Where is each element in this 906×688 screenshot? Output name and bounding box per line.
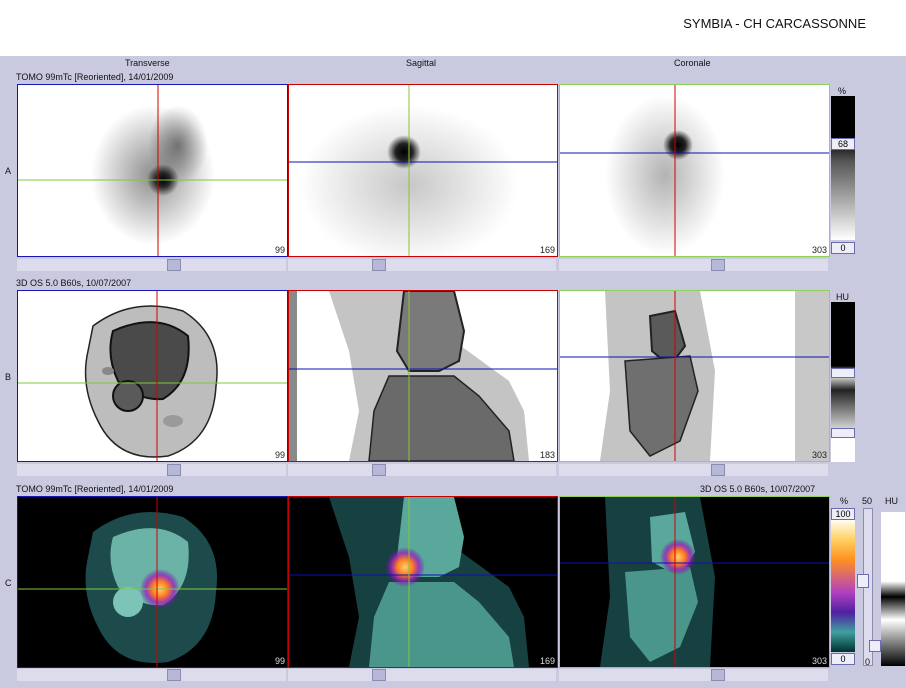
viewport-a-coronal[interactable]: 303 <box>559 84 830 257</box>
ct-sagittal-image <box>289 291 557 461</box>
viewport-c-coronal[interactable]: 303 <box>559 496 830 668</box>
blend-slider-thumb[interactable] <box>857 574 869 588</box>
slice-number: 303 <box>811 656 827 666</box>
slider-thumb[interactable] <box>372 464 386 476</box>
slice-number: 169 <box>539 656 555 666</box>
row-label-b: B <box>5 372 12 382</box>
window-top-b[interactable] <box>831 368 855 378</box>
window-bottom-c[interactable]: 0 <box>831 653 855 665</box>
ct-transverse-image <box>18 291 287 461</box>
spect-transverse-image <box>18 85 287 256</box>
slice-number: 183 <box>539 450 555 460</box>
slice-number: 169 <box>539 245 555 255</box>
spect-sagittal-image <box>289 85 557 256</box>
scale-b-unit: HU <box>836 292 849 302</box>
viewport-b-coronal[interactable]: 303 <box>559 290 830 462</box>
grayscale-bar-b <box>831 302 855 462</box>
row-label-a: A <box>5 166 12 176</box>
viewport-c-sagittal[interactable]: 169 <box>288 496 558 668</box>
viewer-workspace: Transverse Sagittal Coronale TOMO 99mTc … <box>0 56 906 688</box>
ct-coronal-image <box>560 291 829 461</box>
row-label-c: C <box>5 578 12 588</box>
viewport-b-transverse[interactable]: 99 <box>17 290 288 462</box>
slider-c-transverse[interactable] <box>17 669 286 681</box>
scale-a-unit: % <box>838 86 847 96</box>
slider-thumb[interactable] <box>372 669 386 681</box>
grayscale-bar-a <box>831 96 855 240</box>
spect-coronal-image <box>560 85 829 256</box>
slider-thumb[interactable] <box>372 259 386 271</box>
column-label-transverse: Transverse <box>125 58 170 68</box>
slider-thumb[interactable] <box>167 669 181 681</box>
row-c-series-label: TOMO 99mTc [Reoriented], 14/01/2009 <box>16 484 174 494</box>
viewport-a-transverse[interactable]: 99 <box>17 84 288 257</box>
row-c-series-label-right: 3D OS 5.0 B60s, 10/07/2007 <box>700 484 816 494</box>
slider-thumb[interactable] <box>167 259 181 271</box>
slider-a-coronal[interactable] <box>559 259 828 271</box>
slider-thumb[interactable] <box>711 259 725 271</box>
slider-c-sagittal[interactable] <box>288 669 556 681</box>
scale-c-window-bottom: 0 <box>865 657 871 667</box>
grayscale-bar-c <box>881 512 905 666</box>
slice-number: 99 <box>274 245 285 255</box>
slider-b-coronal[interactable] <box>559 464 828 476</box>
window-top-a[interactable]: 68 <box>831 138 855 150</box>
title-bar: SYMBIA - CH CARCASSONNE <box>0 0 906 56</box>
slider-c-coronal[interactable] <box>559 669 828 681</box>
column-label-coronale: Coronale <box>674 58 711 68</box>
color-scale-bar-c <box>831 520 855 652</box>
institution-name: SYMBIA - CH CARCASSONNE <box>683 16 866 31</box>
viewport-a-sagittal[interactable]: 169 <box>288 84 558 257</box>
slider-b-sagittal[interactable] <box>288 464 556 476</box>
slice-number: 303 <box>811 450 827 460</box>
slice-number: 99 <box>274 656 285 666</box>
window-top-c[interactable]: 100 <box>831 508 855 520</box>
window-bottom-b[interactable] <box>831 428 855 438</box>
slider-thumb[interactable] <box>167 464 181 476</box>
fusion-coronal-image <box>560 497 829 667</box>
slider-b-transverse[interactable] <box>17 464 286 476</box>
slice-number: 99 <box>274 450 285 460</box>
slider-a-transverse[interactable] <box>17 259 286 271</box>
row-a-series-label: TOMO 99mTc [Reoriented], 14/01/2009 <box>16 72 174 82</box>
scale-c-window-value: 50 <box>862 496 873 506</box>
slider-a-sagittal[interactable] <box>288 259 556 271</box>
row-b-series-label: 3D OS 5.0 B60s, 10/07/2007 <box>16 278 132 288</box>
blend-slider-bottom-thumb[interactable] <box>869 640 881 652</box>
slider-thumb[interactable] <box>711 669 725 681</box>
scale-c-unit-hu: HU <box>885 496 898 506</box>
fusion-sagittal-image <box>289 497 557 667</box>
fusion-transverse-image <box>18 497 287 667</box>
window-bottom-a[interactable]: 0 <box>831 242 855 254</box>
column-label-sagittal: Sagittal <box>406 58 437 68</box>
scale-c-unit: % <box>840 496 849 506</box>
viewport-b-sagittal[interactable]: 183 <box>288 290 558 462</box>
slice-number: 303 <box>811 245 827 255</box>
slider-thumb[interactable] <box>711 464 725 476</box>
viewport-c-transverse[interactable]: 99 <box>17 496 288 668</box>
